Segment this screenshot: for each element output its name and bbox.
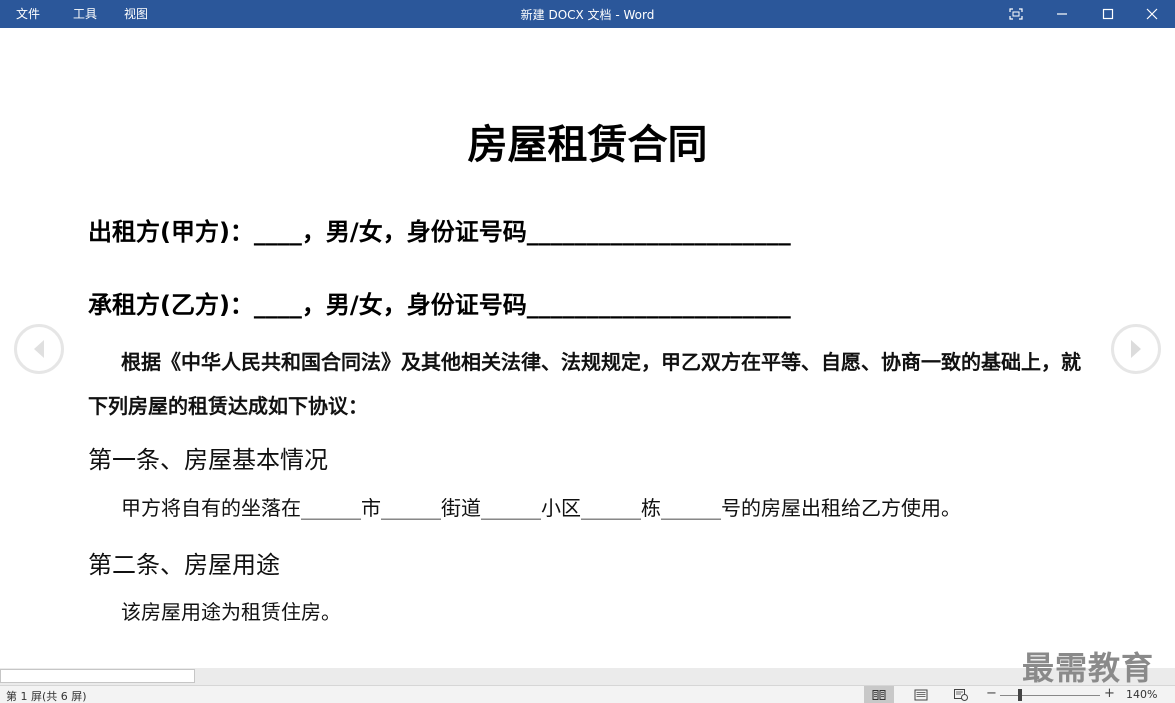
horizontal-scrollbar[interactable] bbox=[0, 668, 1175, 685]
zoom-slider-thumb[interactable] bbox=[1018, 689, 1022, 701]
watermark-logo: 最需教育 bbox=[1022, 649, 1155, 687]
close-icon bbox=[1146, 8, 1158, 20]
zoom-level[interactable]: 140% bbox=[1126, 688, 1157, 701]
party-b-line: 承租方(乙方)：____，男/女，身份证号码__________________… bbox=[88, 291, 791, 319]
chevron-right-icon bbox=[1131, 340, 1141, 358]
print-layout-button[interactable] bbox=[906, 686, 936, 703]
document-heading: 房屋租赁合同 bbox=[467, 122, 708, 168]
read-mode-button[interactable] bbox=[864, 686, 894, 703]
web-layout-icon bbox=[954, 688, 968, 701]
chevron-left-icon bbox=[34, 340, 44, 358]
focus-mode-button[interactable] bbox=[993, 0, 1039, 28]
article-1-title: 第一条、房屋基本情况 bbox=[88, 446, 328, 474]
next-page-button[interactable] bbox=[1111, 324, 1161, 374]
web-layout-button[interactable] bbox=[946, 686, 976, 703]
maximize-icon bbox=[1102, 8, 1114, 20]
close-button[interactable] bbox=[1129, 0, 1175, 28]
minimize-button[interactable] bbox=[1039, 0, 1085, 28]
print-layout-icon bbox=[914, 689, 928, 700]
status-bar: 第 1 屏(共 6 屏) − + 140% bbox=[0, 685, 1175, 703]
scrollbar-thumb[interactable] bbox=[0, 669, 195, 683]
focus-mode-icon bbox=[1009, 8, 1023, 20]
zoom-in-button[interactable]: + bbox=[1104, 686, 1115, 701]
zoom-slider[interactable] bbox=[1000, 695, 1100, 696]
page-count: 第 1 屏(共 6 屏) bbox=[6, 690, 87, 703]
article-1-body: 甲方将自有的坐落在______市______街道______小区______栋_… bbox=[121, 496, 961, 520]
minimize-icon bbox=[1057, 13, 1067, 15]
read-mode-icon bbox=[872, 689, 886, 700]
preamble-paragraph: 根据《中华人民共和国合同法》及其他相关法律、法规规定，甲乙双方在平等、自愿、协商… bbox=[88, 350, 1081, 418]
party-a-line: 出租方(甲方)：____，男/女，身份证号码__________________… bbox=[88, 218, 791, 246]
article-2-body: 该房屋用途为租赁住房。 bbox=[121, 600, 341, 624]
article-2-title: 第二条、房屋用途 bbox=[88, 551, 280, 579]
title-bar: 文件 工具 视图 新建 DOCX 文档 - Word bbox=[0, 0, 1175, 28]
reading-page: 房屋租赁合同 出租方(甲方)：____，男/女，身份证号码___________… bbox=[0, 28, 1175, 668]
previous-page-button[interactable] bbox=[14, 324, 64, 374]
zoom-out-button[interactable]: − bbox=[986, 686, 997, 701]
maximize-button[interactable] bbox=[1085, 0, 1131, 28]
